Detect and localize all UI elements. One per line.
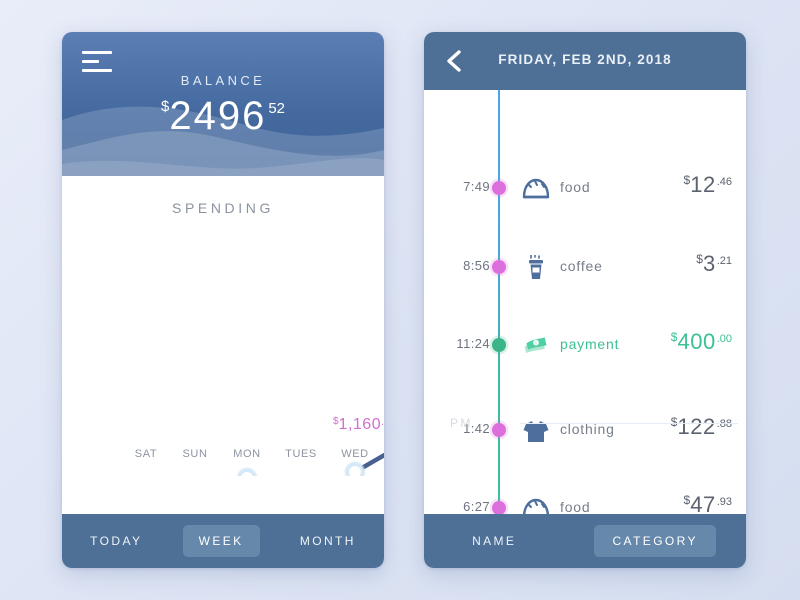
x-axis-label-tues: TUES [285, 448, 317, 460]
transaction-time: 6:27 [463, 499, 490, 514]
phone-left-balance-screen: BALANCE $249652 SPENDING $121.47$1,160.5… [62, 32, 384, 568]
pm-label: PM [450, 416, 473, 430]
amount-decimal: .00 [716, 333, 732, 345]
phone-right-transactions-screen: FRIDAY, FEB 2ND, 2018 7:49 food $12.46 8:56… [424, 32, 746, 568]
transaction-amount: $12.46 [684, 172, 732, 198]
transaction-category: coffee [560, 258, 603, 274]
tab-today[interactable]: TODAY [74, 525, 158, 557]
money-icon [524, 337, 547, 354]
amount-decimal: .21 [716, 255, 732, 267]
sort-category-button[interactable]: CATEGORY [594, 525, 716, 557]
date-title: FRIDAY, FEB 2ND, 2018 [498, 52, 672, 67]
timeline-axis [498, 90, 500, 514]
balance-decimal: 52 [268, 100, 285, 117]
period-tabbar: TODAY WEEK MONTH [62, 514, 384, 568]
x-axis-label-mon: MON [233, 448, 261, 460]
tab-week[interactable]: WEEK [182, 525, 260, 557]
food-icon [522, 496, 550, 514]
transaction-time: 8:56 [463, 258, 490, 273]
transaction-time: 7:49 [463, 179, 490, 194]
hamburger-line-1 [82, 51, 112, 54]
transaction-amount: $47.93 [684, 492, 732, 514]
date-header: FRIDAY, FEB 2ND, 2018 [424, 32, 746, 90]
amount-integer: 400 [677, 329, 716, 354]
food-icon [523, 498, 549, 514]
x-axis-label-sat: SAT [134, 448, 158, 460]
sort-bar: NAME CATEGORY [424, 514, 746, 568]
amount-integer: 3 [702, 251, 716, 276]
transaction-amount: $400.00 [671, 329, 732, 355]
transaction-time: 11:24 [456, 336, 490, 351]
pm-divider: PM [424, 412, 746, 436]
coffee-icon [529, 254, 543, 279]
hamburger-line-2 [82, 60, 99, 63]
x-axis-label-sun: SUN [182, 448, 208, 460]
transaction-dot [492, 260, 506, 274]
transaction-category: food [560, 179, 591, 195]
transaction-row[interactable]: 7:49 food $12.46 [424, 168, 746, 208]
chart-point-mon[interactable] [236, 467, 258, 477]
transaction-amount: $3.21 [696, 251, 732, 277]
amount-integer: 47 [690, 492, 716, 514]
transaction-category: payment [560, 336, 620, 352]
food-icon [522, 178, 550, 199]
transaction-row[interactable]: 6:27 food $47.93 [424, 488, 746, 514]
balance-header: BALANCE $2496 52 [62, 32, 384, 176]
pm-divider-line [520, 423, 738, 424]
transaction-dot [492, 501, 506, 514]
app-screenshot: BALANCE $249652 SPENDING $121.47$1,160.5… [0, 0, 800, 600]
amount-decimal: .46 [716, 176, 732, 188]
chart-x-axis: SATSUNMONTUESWEDTHURS [62, 448, 384, 468]
amount-decimal: .93 [716, 496, 732, 508]
chart-label-thurs: $1,160.52 [332, 416, 384, 433]
transaction-category: food [560, 499, 591, 514]
transaction-row[interactable]: 8:56 coffee $3.21 [424, 247, 746, 287]
coffee-icon [522, 254, 550, 281]
spending-chart-panel: SPENDING $121.47$1,160.52 SATSUNMONTUESW… [62, 176, 384, 568]
hamburger-line-3 [82, 69, 112, 72]
transaction-row[interactable]: 11:24 payment $400.00 [424, 325, 746, 365]
amount-currency: $ [696, 252, 703, 266]
balance-label: BALANCE [180, 73, 266, 88]
money-icon [522, 333, 550, 359]
balance-amount: $2496 52 [62, 94, 384, 139]
transaction-dot [492, 338, 506, 352]
transaction-dot [492, 181, 506, 195]
tab-month[interactable]: MONTH [284, 525, 372, 557]
transaction-list: 7:49 food $12.46 8:56 coffee $3.21 11:24 paymen… [424, 90, 746, 514]
sort-name-button[interactable]: NAME [454, 525, 534, 557]
amount-integer: 12 [690, 172, 716, 197]
balance-integer: 2496 [169, 94, 267, 138]
x-axis-label-wed: WED [341, 448, 369, 460]
food-icon [522, 176, 550, 202]
